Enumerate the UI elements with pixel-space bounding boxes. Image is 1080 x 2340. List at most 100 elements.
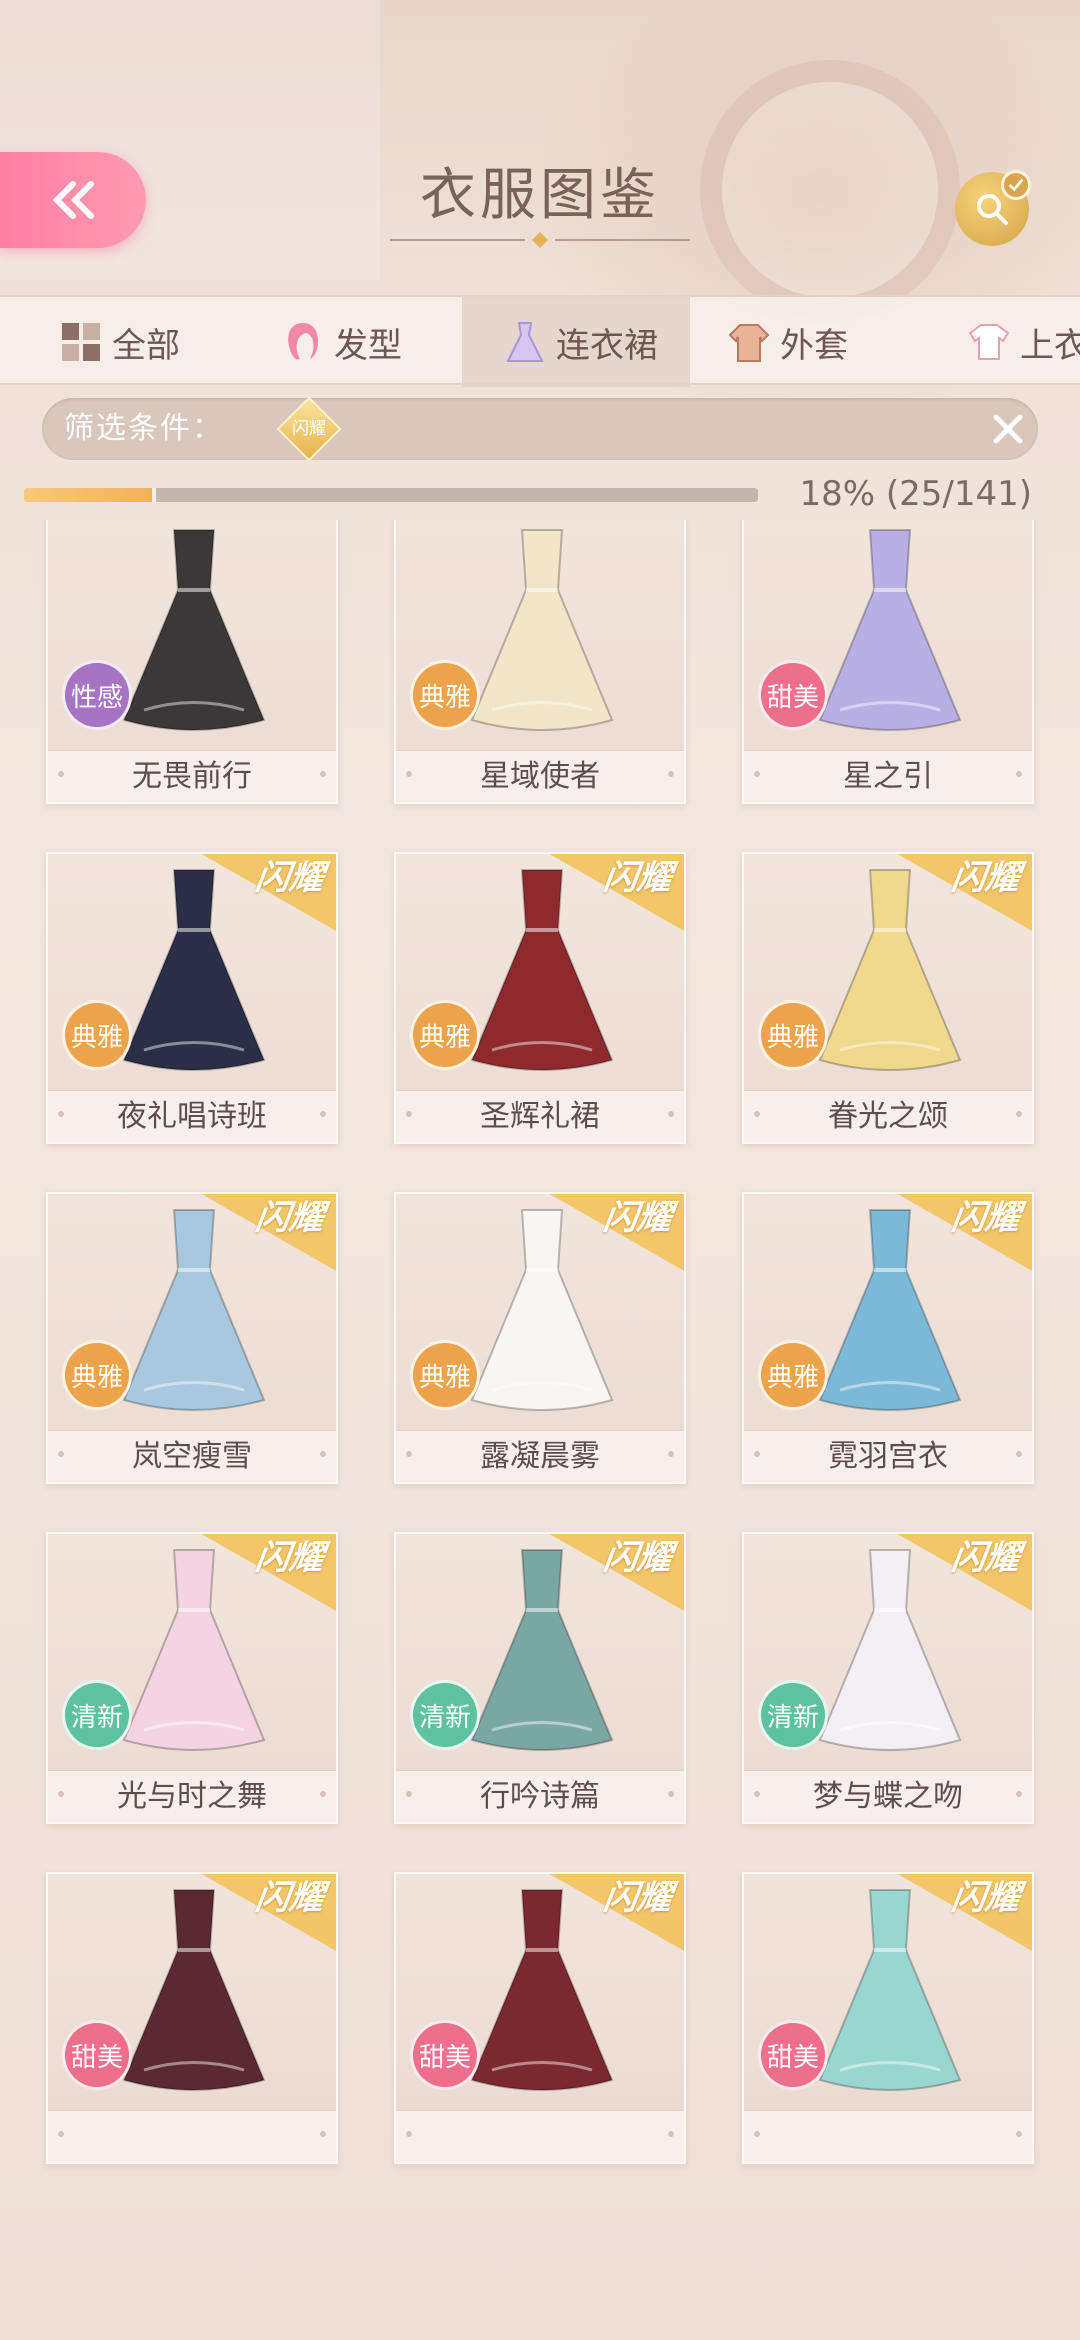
- label-ornament-dot: [754, 771, 760, 777]
- clothing-card[interactable]: 性感无畏前行: [46, 520, 338, 804]
- shine-ribbon: 闪耀: [178, 1874, 336, 1952]
- style-badge: 典雅: [410, 660, 480, 730]
- shine-ribbon: 闪耀: [178, 1534, 336, 1612]
- clothing-name: 夜礼唱诗班: [48, 1090, 336, 1142]
- tab-top[interactable]: 上衣: [966, 297, 1080, 387]
- clothing-card[interactable]: 闪耀典雅眷光之颂: [742, 852, 1034, 1144]
- style-badge: 甜美: [758, 2020, 828, 2090]
- shine-ribbon-text: 闪耀: [252, 1538, 327, 1578]
- clothing-card[interactable]: 闪耀 清新 行吟诗篇: [394, 1532, 686, 1824]
- label-ornament-dot: [406, 771, 412, 777]
- clothing-name: 无畏前行: [48, 750, 336, 802]
- filter-bar[interactable]: 筛选条件： 闪耀: [42, 396, 1038, 462]
- tab-label: 全部: [112, 325, 180, 366]
- tab-label: 发型: [334, 325, 402, 366]
- style-badge: 典雅: [62, 1340, 132, 1410]
- clothing-card[interactable]: 闪耀 典雅 露凝晨雾: [394, 1192, 686, 1484]
- shine-ribbon: 闪耀: [874, 854, 1032, 932]
- shine-ribbon-text: 闪耀: [948, 1538, 1023, 1578]
- tab-coat[interactable]: 外套: [726, 297, 896, 387]
- label-ornament-dot: [1016, 771, 1022, 777]
- clothing-name: [744, 2110, 1032, 2162]
- shine-ribbon-text: 闪耀: [948, 1198, 1023, 1238]
- label-ornament-dot: [754, 1111, 760, 1117]
- tab-hair[interactable]: 发型: [280, 297, 440, 387]
- label-ornament-dot: [406, 2131, 412, 2137]
- clothing-card[interactable]: 闪耀典雅霓羽宫衣: [742, 1192, 1034, 1484]
- label-ornament-dot: [1016, 2131, 1022, 2137]
- style-badge: 典雅: [62, 1000, 132, 1070]
- label-ornament-dot: [406, 1791, 412, 1797]
- filter-label: 筛选条件：: [64, 411, 224, 446]
- style-badge: 典雅: [758, 1000, 828, 1070]
- tab-dress[interactable]: 连衣裙: [462, 297, 690, 387]
- clothing-card[interactable]: 闪耀 清新 光与时之舞: [46, 1532, 338, 1824]
- header: 衣服图鉴: [0, 0, 1080, 295]
- label-ornament-dot: [668, 771, 674, 777]
- dress-illustration: [122, 529, 266, 731]
- clothing-card[interactable]: 甜美 星之引: [742, 520, 1034, 804]
- clothing-card[interactable]: 闪耀 典雅 岚空瘦雪: [46, 1192, 338, 1484]
- category-tabs: 全部 发型 连衣裙 外套 上衣: [0, 295, 1080, 387]
- shine-ribbon: 闪耀: [526, 854, 684, 932]
- clothing-name: 星域使者: [396, 750, 684, 802]
- label-ornament-dot: [320, 771, 326, 777]
- style-badge: 典雅: [410, 1340, 480, 1410]
- clothing-name: 霓羽宫衣: [744, 1430, 1032, 1482]
- shine-ribbon: 闪耀: [526, 1194, 684, 1272]
- style-badge: 清新: [758, 1680, 828, 1750]
- shine-ribbon-text: 闪耀: [600, 1198, 675, 1238]
- shine-ribbon: 闪耀: [178, 854, 336, 932]
- shine-ribbon-text: 闪耀: [600, 1878, 675, 1918]
- clothing-name: 眷光之颂: [744, 1090, 1032, 1142]
- label-ornament-dot: [320, 2131, 326, 2137]
- clothing-card[interactable]: 闪耀 典雅 圣辉礼裙: [394, 852, 686, 1144]
- clothing-card[interactable]: 闪耀 典雅夜礼唱诗班: [46, 852, 338, 1144]
- shine-ribbon-text: 闪耀: [252, 1878, 327, 1918]
- progress-fill: [24, 488, 157, 502]
- shine-ribbon-text: 闪耀: [252, 1198, 327, 1238]
- shine-ribbon: 闪耀: [874, 1874, 1032, 1952]
- shine-ribbon-text: 闪耀: [600, 1538, 675, 1578]
- tab-label: 上衣: [1020, 325, 1080, 366]
- label-ornament-dot: [1016, 1111, 1022, 1117]
- close-icon[interactable]: [988, 409, 1028, 449]
- clothing-card[interactable]: 典雅星域使者: [394, 520, 686, 804]
- tab-all[interactable]: 全部: [58, 297, 258, 387]
- label-ornament-dot: [320, 1791, 326, 1797]
- label-ornament-dot: [668, 1791, 674, 1797]
- tab-label: 外套: [780, 325, 848, 366]
- label-ornament-dot: [406, 1451, 412, 1457]
- style-badge: 典雅: [758, 1340, 828, 1410]
- clothing-card[interactable]: 闪耀 清新 梦与蝶之吻: [742, 1532, 1034, 1824]
- clothing-card[interactable]: 闪耀甜美: [46, 1872, 338, 2164]
- label-ornament-dot: [1016, 1791, 1022, 1797]
- clothing-name: 行吟诗篇: [396, 1770, 684, 1822]
- label-ornament-dot: [668, 2131, 674, 2137]
- label-ornament-dot: [668, 1111, 674, 1117]
- label-ornament-dot: [1016, 1451, 1022, 1457]
- style-badge: 性感: [62, 660, 132, 730]
- shine-ribbon-text: 闪耀: [948, 858, 1023, 898]
- label-ornament-dot: [58, 771, 64, 777]
- label-ornament-dot: [58, 2131, 64, 2137]
- shine-ribbon: 闪耀: [526, 1534, 684, 1612]
- style-badge: 甜美: [62, 2020, 132, 2090]
- check-icon: [1001, 170, 1031, 200]
- clothing-name: 星之引: [744, 750, 1032, 802]
- style-badge: 清新: [62, 1680, 132, 1750]
- label-ornament-dot: [58, 1451, 64, 1457]
- label-ornament-dot: [320, 1451, 326, 1457]
- clothing-name: 圣辉礼裙: [396, 1090, 684, 1142]
- clothing-card[interactable]: 闪耀甜美: [742, 1872, 1034, 2164]
- clothing-card[interactable]: 闪耀 甜美: [394, 1872, 686, 2164]
- shine-ribbon-text: 闪耀: [948, 1878, 1023, 1918]
- dress-icon: [506, 322, 544, 362]
- dress-illustration: [470, 529, 614, 731]
- label-ornament-dot: [668, 1451, 674, 1457]
- shine-ribbon-text: 闪耀: [600, 858, 675, 898]
- collection-progress-bar: [24, 488, 758, 502]
- title-ornament: [390, 232, 690, 248]
- grid-icon: [62, 323, 100, 361]
- progress-text: 18% (25/141): [799, 474, 1032, 514]
